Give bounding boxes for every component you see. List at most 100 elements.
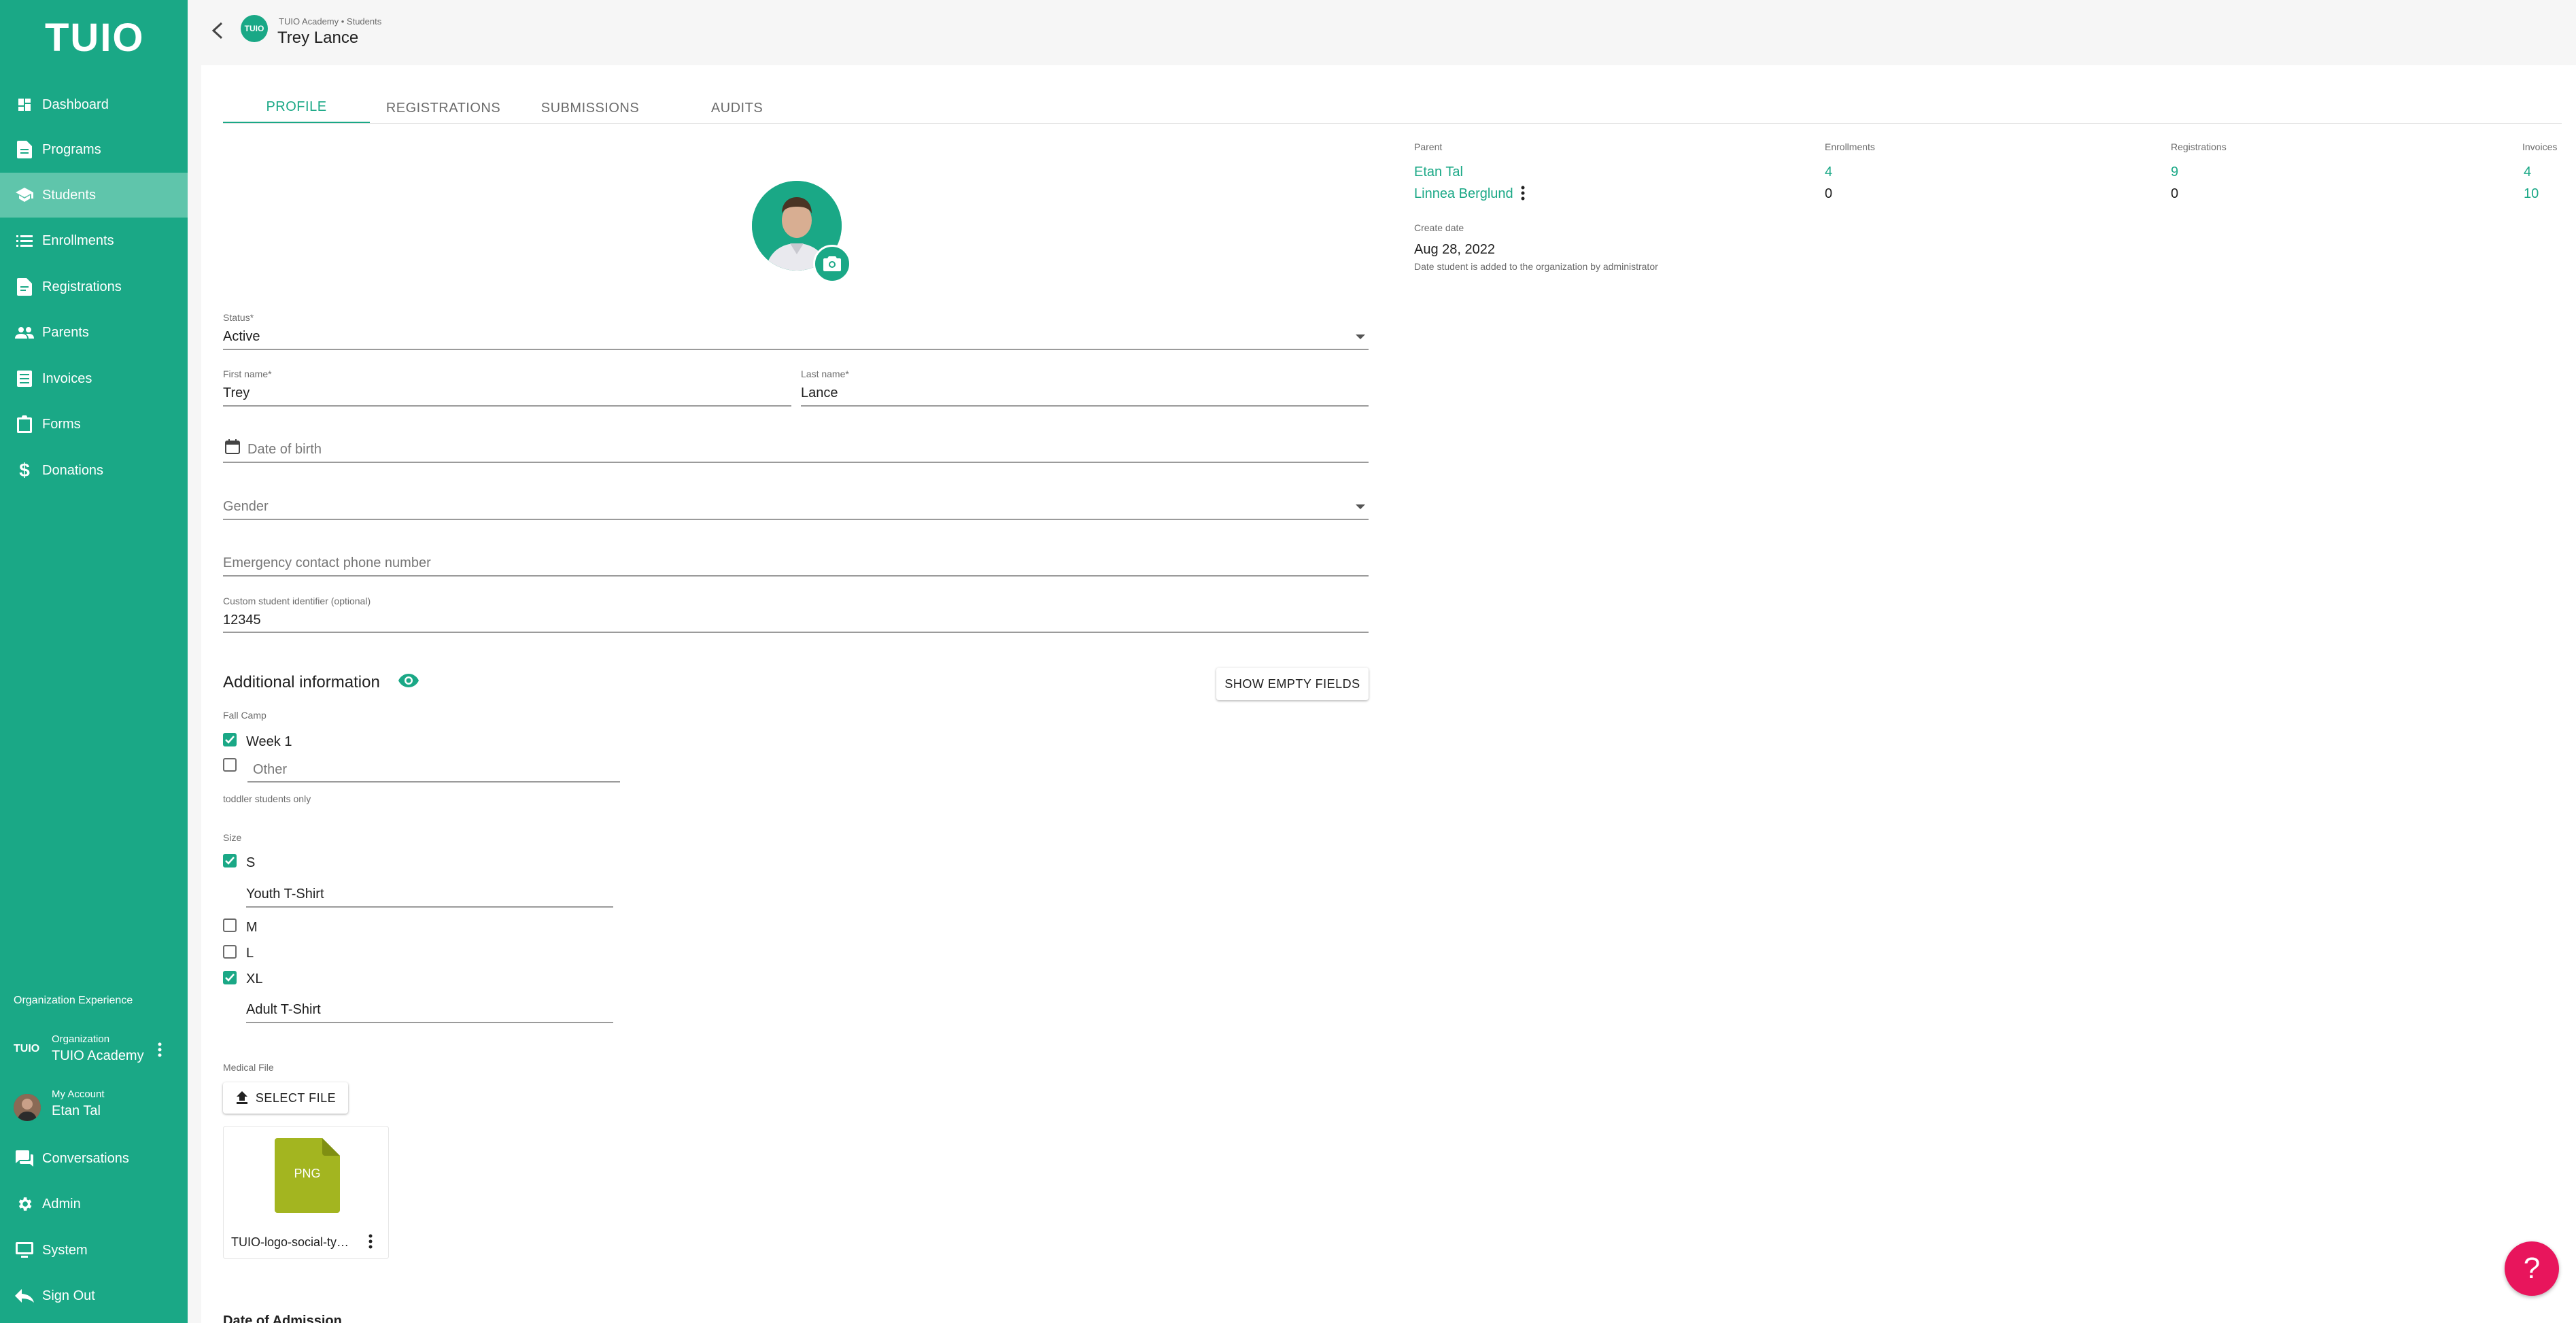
size-s-note-underline <box>246 906 613 908</box>
sidebar-item-parents[interactable]: Parents <box>0 310 188 355</box>
sidebar-item-label: Invoices <box>42 371 92 386</box>
dropdown-arrow-icon[interactable] <box>1356 334 1365 339</box>
select-file-button[interactable]: SELECT FILE <box>223 1082 348 1114</box>
sidebar-item-invoices[interactable]: Invoices <box>0 356 188 401</box>
last-name-underline <box>801 405 1369 407</box>
my-account[interactable]: My Account Etan Tal <box>14 1088 177 1125</box>
help-button[interactable]: ? <box>2505 1241 2559 1296</box>
size-xl-note-input[interactable]: Adult T-Shirt <box>246 1002 321 1018</box>
tab-profile[interactable]: PROFILE <box>223 92 370 124</box>
first-name-underline <box>223 405 791 407</box>
sidebar-item-label: Forms <box>42 416 81 432</box>
dropdown-arrow-icon[interactable] <box>1356 504 1365 509</box>
eye-icon[interactable] <box>398 673 419 688</box>
back-arrow-icon[interactable] <box>209 20 226 41</box>
students-icon <box>15 186 34 205</box>
sidebar-item-sign-out[interactable]: Sign Out <box>0 1273 188 1318</box>
size-s-note-input[interactable]: Youth T-Shirt <box>246 887 324 902</box>
additional-info-title: Additional information <box>223 673 380 691</box>
sidebar-item-forms[interactable]: Forms <box>0 402 188 447</box>
tab-audits[interactable]: AUDITS <box>664 92 810 124</box>
sidebar-item-label: Programs <box>42 141 101 157</box>
size-xl-note-underline <box>246 1022 613 1023</box>
other-checkbox[interactable] <box>223 758 237 772</box>
show-empty-fields-button[interactable]: SHOW EMPTY FIELDS <box>1216 668 1369 700</box>
parent-header: Parent <box>1414 141 1443 152</box>
app-logo[interactable]: TUIO <box>45 15 145 61</box>
list-icon <box>15 231 34 250</box>
parent-invoices-link[interactable]: 10 <box>2524 186 2539 202</box>
chat-icon <box>15 1149 34 1168</box>
sidebar-item-label: Conversations <box>42 1150 129 1166</box>
calendar-icon[interactable] <box>224 439 241 455</box>
sidebar-item-admin[interactable]: Admin <box>0 1182 188 1226</box>
upload-icon <box>236 1091 247 1104</box>
gear-icon <box>15 1195 34 1214</box>
other-input[interactable]: Other <box>253 762 287 778</box>
more-vert-icon[interactable] <box>1521 185 1525 201</box>
sidebar-item-conversations[interactable]: Conversations <box>0 1136 188 1181</box>
select-file-label: SELECT FILE <box>255 1090 337 1105</box>
dob-underline <box>223 462 1369 463</box>
sidebar-item-students[interactable]: Students <box>0 173 188 218</box>
more-vert-icon[interactable] <box>158 1042 162 1058</box>
more-vert-icon[interactable] <box>368 1233 373 1250</box>
organization-switcher[interactable]: TUIO Organization TUIO Academy <box>14 1033 177 1070</box>
sidebar-item-label: Parents <box>42 324 89 340</box>
check-icon <box>225 857 235 865</box>
size-xl-label: XL <box>246 972 263 986</box>
account-label: My Account <box>52 1088 105 1100</box>
sidebar-item-registrations[interactable]: Registrations <box>0 264 188 309</box>
sidebar-item-donations[interactable]: $ Donations <box>0 448 188 493</box>
file-name: TUIO-logo-social-type.png <box>231 1235 352 1249</box>
parent-enrollments: 0 <box>1825 186 1833 201</box>
sidebar-item-programs[interactable]: Programs <box>0 127 188 172</box>
sidebar-item-label: Students <box>42 187 96 203</box>
custom-id-input[interactable]: 12345 <box>223 613 261 628</box>
invoice-icon <box>15 369 34 388</box>
emergency-phone-input[interactable]: Emergency contact phone number <box>223 555 431 571</box>
sidebar: TUIO Dashboard Programs Students Enrollm… <box>0 0 188 1323</box>
registrations-icon <box>15 277 34 296</box>
programs-icon <box>15 140 34 159</box>
first-name-input[interactable]: Trey <box>223 385 250 401</box>
people-icon <box>15 323 34 342</box>
breadcrumb[interactable]: TUIO Academy • Students <box>279 16 381 27</box>
parent-registrations: 0 <box>2171 186 2179 201</box>
sign-out-icon <box>15 1286 34 1305</box>
sidebar-item-enrollments[interactable]: Enrollments <box>0 218 188 263</box>
enrollments-header: Enrollments <box>1825 141 1875 152</box>
sidebar-item-label: Admin <box>42 1196 81 1212</box>
parent-invoices-link[interactable]: 4 <box>2524 165 2531 180</box>
tab-submissions[interactable]: SUBMISSIONS <box>517 92 664 124</box>
parent-enrollments-link[interactable]: 4 <box>1825 165 1832 180</box>
dollar-icon: $ <box>19 460 30 481</box>
gender-select[interactable]: Gender <box>223 499 269 515</box>
size-s-label: S <box>246 855 256 870</box>
size-m-checkbox[interactable] <box>223 918 237 932</box>
custom-id-underline <box>223 632 1369 633</box>
camera-icon[interactable] <box>813 245 851 283</box>
clipboard-icon <box>15 415 34 434</box>
size-l-checkbox[interactable] <box>223 945 237 959</box>
monitor-icon <box>15 1241 34 1260</box>
org-experience-label: Organization Experience <box>14 995 133 1006</box>
week1-checkbox[interactable] <box>223 733 237 746</box>
tab-registrations[interactable]: REGISTRATIONS <box>370 92 517 124</box>
status-label: Status* <box>223 312 254 323</box>
parent-registrations-link[interactable]: 9 <box>2171 165 2178 180</box>
size-xl-checkbox[interactable] <box>223 971 237 984</box>
sidebar-item-label: System <box>42 1242 88 1258</box>
status-select[interactable]: Active <box>223 329 260 345</box>
sidebar-item-system[interactable]: System <box>0 1228 188 1273</box>
student-org-logo: TUIO <box>241 15 268 42</box>
parent-link[interactable]: Etan Tal <box>1414 165 1463 180</box>
parent-link[interactable]: Linnea Berglund <box>1414 186 1513 202</box>
last-name-label: Last name* <box>801 368 849 379</box>
custom-id-label: Custom student identifier (optional) <box>223 596 371 606</box>
dob-input[interactable]: Date of birth <box>247 442 322 458</box>
registrations-header: Registrations <box>2171 141 2227 152</box>
last-name-input[interactable]: Lance <box>801 385 838 401</box>
size-s-checkbox[interactable] <box>223 854 237 867</box>
sidebar-item-dashboard[interactable]: Dashboard <box>0 82 188 127</box>
